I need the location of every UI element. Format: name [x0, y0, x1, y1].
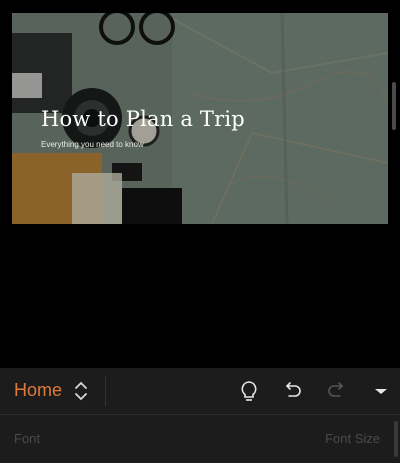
font-ribbon: Font Font Size [0, 414, 400, 463]
ribbon-scrollbar[interactable] [394, 421, 398, 457]
chevron-up-down-icon[interactable] [72, 379, 90, 403]
undo-icon[interactable] [279, 378, 305, 404]
slide-title: How to Plan a Trip [41, 107, 245, 131]
lightbulb-icon[interactable] [236, 378, 262, 404]
font-size-field[interactable]: Font Size [325, 431, 380, 446]
tab-home[interactable]: Home [14, 380, 62, 401]
toolbar-divider [105, 376, 106, 406]
slide-subtitle: Everything you need to know [41, 140, 144, 149]
ribbon-toolbar: Home [0, 368, 400, 414]
redo-icon[interactable] [324, 378, 350, 404]
caret-down-icon[interactable] [368, 378, 394, 404]
vertical-scrollbar[interactable] [392, 82, 396, 130]
font-name-field[interactable]: Font [14, 431, 40, 446]
slide-thumbnail[interactable]: How to Plan a Trip Everything you need t… [12, 13, 388, 224]
